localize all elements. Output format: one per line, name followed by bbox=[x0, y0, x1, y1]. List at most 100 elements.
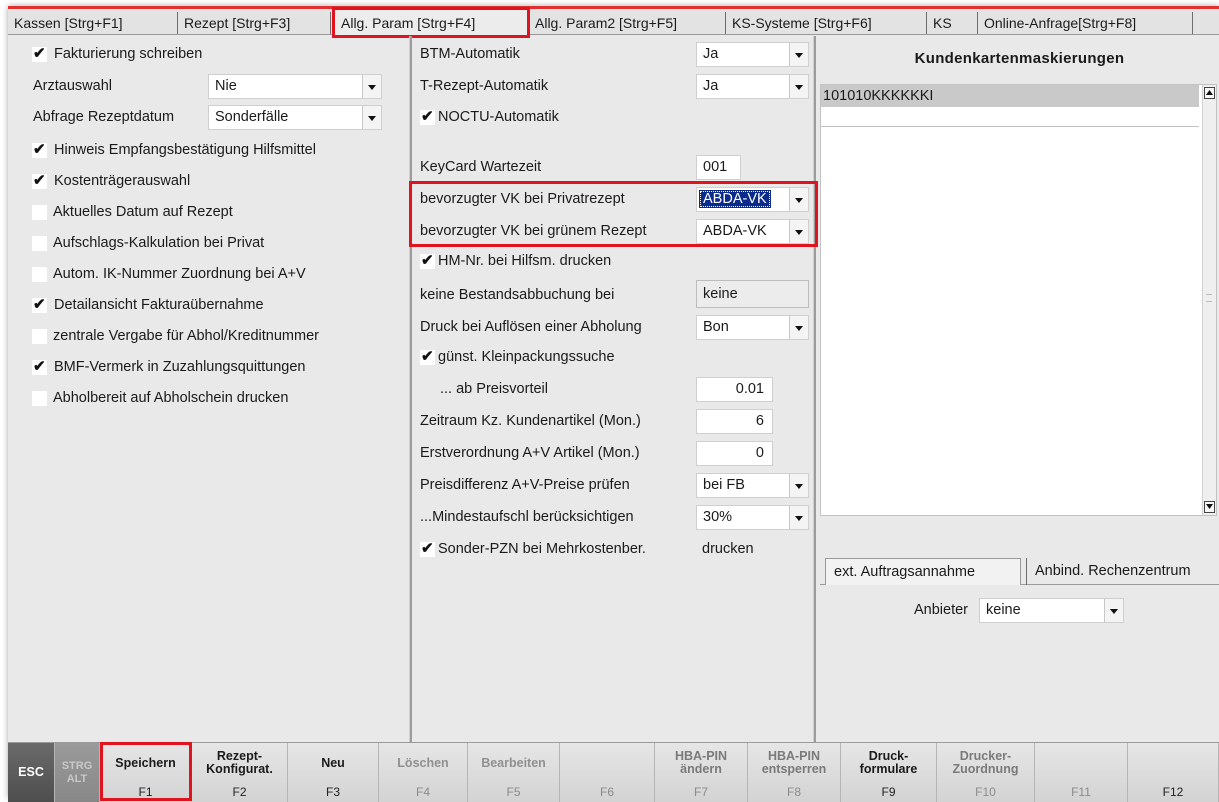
tab-ks-systeme[interactable]: KS-Systeme [Strg+F6] bbox=[726, 12, 927, 34]
fkey-f1[interactable]: Speichern F1 bbox=[100, 743, 192, 802]
chevron-down-icon[interactable] bbox=[362, 75, 381, 98]
scroll-down-icon[interactable] bbox=[1204, 501, 1215, 513]
dropdown-value: ABDA-VK bbox=[703, 223, 767, 239]
checkbox[interactable]: ✔ bbox=[420, 348, 435, 365]
chevron-down-icon[interactable] bbox=[1104, 599, 1123, 622]
tab-rezept[interactable]: Rezept [Strg+F3] bbox=[178, 12, 331, 34]
fkey-shortcut: F12 bbox=[1162, 785, 1184, 799]
abfrage-rezeptdatum-dropdown[interactable]: Sonderfälle bbox=[208, 105, 382, 130]
chevron-down-icon[interactable] bbox=[789, 316, 808, 339]
tab-allg-param2[interactable]: Allg. Param2 [Strg+F5] bbox=[529, 12, 726, 34]
panel-divider bbox=[409, 36, 412, 742]
fkey-label: Neu bbox=[321, 755, 345, 770]
chevron-down-icon[interactable] bbox=[789, 43, 808, 66]
preisdifferenz-dropdown[interactable]: bei FB bbox=[696, 473, 809, 498]
scroll-up-icon[interactable] bbox=[1204, 87, 1215, 99]
field-label: ... ab Preisvorteil bbox=[440, 381, 548, 397]
list-item-empty[interactable] bbox=[821, 107, 1199, 127]
input-value: 0.01 bbox=[735, 381, 764, 397]
list-item[interactable]: 101010KKKKKKI bbox=[821, 85, 1199, 107]
dropdown-value: Nie bbox=[215, 78, 237, 94]
kundenkarten-list[interactable]: 101010KKKKKKI bbox=[820, 84, 1217, 516]
fkey-f5[interactable]: Bearbeiten F5 bbox=[468, 743, 560, 802]
vk-privatrezept-dropdown[interactable]: ABDA-VK bbox=[696, 187, 809, 212]
dropdown-value: Sonderfälle bbox=[215, 109, 289, 125]
checkbox[interactable] bbox=[32, 329, 47, 344]
checkbox[interactable] bbox=[32, 267, 47, 282]
fkey-f9[interactable]: Druck- formulare F9 bbox=[841, 743, 937, 802]
fkey-shortcut: F7 bbox=[693, 785, 708, 799]
input-value: 001 bbox=[703, 159, 728, 175]
fkey-f11[interactable]: F11 bbox=[1035, 743, 1128, 802]
dropdown-value: bei FB bbox=[703, 477, 745, 493]
fkey-f8[interactable]: HBA-PIN entsperren F8 bbox=[748, 743, 841, 802]
bestandsabbuchung-field[interactable]: keine bbox=[696, 280, 809, 308]
fkey-label: HBA-PIN entsperren bbox=[761, 749, 827, 776]
fkey-f10[interactable]: Drucker- Zuordnung F10 bbox=[937, 743, 1035, 802]
field-label: BTM-Automatik bbox=[420, 46, 520, 62]
t-rezept-automatik-dropdown[interactable]: Ja bbox=[696, 74, 809, 99]
tab-kassen[interactable]: Kassen [Strg+F1] bbox=[8, 12, 178, 34]
checkbox[interactable]: ✔ bbox=[420, 252, 435, 269]
chevron-down-icon[interactable] bbox=[789, 506, 808, 529]
dropdown-value: 30% bbox=[703, 509, 733, 525]
fkey-f4[interactable]: Löschen F4 bbox=[379, 743, 468, 802]
chevron-down-icon[interactable] bbox=[789, 188, 808, 211]
fkey-f2[interactable]: Rezept- Konfigurat. F2 bbox=[192, 743, 288, 802]
checkbox-label: Kostenträgerauswahl bbox=[54, 173, 191, 189]
strg-alt-key[interactable]: STRG ALT bbox=[55, 743, 100, 802]
chevron-down-icon[interactable] bbox=[789, 220, 808, 243]
arztauswahl-dropdown[interactable]: Nie bbox=[208, 74, 382, 99]
scrollbar[interactable] bbox=[1202, 85, 1216, 515]
chevron-down-icon[interactable] bbox=[789, 75, 808, 98]
field-label: KeyCard Wartezeit bbox=[420, 159, 542, 175]
esc-key[interactable]: ESC bbox=[8, 743, 55, 802]
checkbox-label: Aktuelles Datum auf Rezept bbox=[53, 204, 233, 220]
tab-online-anfrage[interactable]: Online-Anfrage[Strg+F8] bbox=[978, 12, 1193, 34]
fkey-label: Speichern bbox=[115, 755, 176, 770]
tab-allg-param[interactable]: Allg. Param [Strg+F4] bbox=[334, 9, 529, 36]
erstverordnung-input[interactable]: 0 bbox=[696, 441, 773, 466]
checkbox[interactable]: ✔ bbox=[32, 172, 47, 189]
chevron-down-icon[interactable] bbox=[789, 474, 808, 497]
vk-gruenes-rezept-dropdown[interactable]: ABDA-VK bbox=[696, 219, 809, 244]
fkey-label bbox=[1128, 743, 1218, 783]
mindestaufschlag-dropdown[interactable]: 30% bbox=[696, 505, 809, 530]
tab-ext-auftragsannahme[interactable]: ext. Auftragsannahme bbox=[825, 558, 1021, 585]
dropdown-value: keine bbox=[986, 602, 1021, 618]
checkbox-label: zentrale Vergabe für Abhol/Kreditnummer bbox=[53, 328, 319, 344]
application-window: Kassen [Strg+F1] Rezept [Strg+F3] Allg. … bbox=[8, 6, 1219, 802]
checkbox[interactable]: ✔ bbox=[420, 108, 435, 125]
checkbox-label: Sonder-PZN bei Mehrkostenber. bbox=[438, 541, 646, 557]
scroll-grip-icon[interactable] bbox=[1206, 294, 1212, 302]
btm-automatik-dropdown[interactable]: Ja bbox=[696, 42, 809, 67]
checkbox[interactable] bbox=[32, 236, 47, 251]
fkey-f7[interactable]: HBA-PIN ändern F7 bbox=[655, 743, 748, 802]
input-value: 6 bbox=[755, 413, 764, 429]
fkey-f12[interactable]: F12 bbox=[1128, 743, 1219, 802]
checkbox[interactable] bbox=[32, 205, 47, 220]
tab-ks[interactable]: KS bbox=[927, 12, 978, 34]
checkbox[interactable]: ✔ bbox=[32, 45, 47, 62]
kundenkarten-title: Kundenkartenmaskierungen bbox=[914, 50, 1125, 67]
anbieter-dropdown[interactable]: keine bbox=[979, 598, 1124, 623]
keycard-wartezeit-input[interactable]: 001 bbox=[696, 155, 741, 180]
checkmark-icon: ✔ bbox=[33, 45, 46, 62]
checkbox[interactable]: ✔ bbox=[32, 141, 47, 158]
fkey-shortcut: F2 bbox=[232, 785, 247, 799]
druck-abholung-dropdown[interactable]: Bon bbox=[696, 315, 809, 340]
checkbox[interactable]: ✔ bbox=[32, 358, 47, 375]
checkbox[interactable]: ✔ bbox=[420, 540, 435, 557]
zeitraum-input[interactable]: 6 bbox=[696, 409, 773, 434]
chevron-down-icon[interactable] bbox=[362, 106, 381, 129]
preisvorteil-input[interactable]: 0.01 bbox=[696, 377, 773, 402]
checkbox[interactable] bbox=[32, 391, 47, 406]
dropdown-value: ABDA-VK bbox=[699, 190, 771, 208]
checkbox[interactable]: ✔ bbox=[32, 296, 47, 313]
fkey-f6[interactable]: F6 bbox=[560, 743, 655, 802]
field-label: Preisdifferenz A+V-Preise prüfen bbox=[420, 477, 630, 493]
checkmark-icon: ✔ bbox=[421, 252, 434, 269]
tab-anbind-rechenzentrum[interactable]: Anbind. Rechenzentrum bbox=[1026, 558, 1219, 585]
checkmark-icon: ✔ bbox=[33, 358, 46, 375]
fkey-f3[interactable]: Neu F3 bbox=[288, 743, 379, 802]
